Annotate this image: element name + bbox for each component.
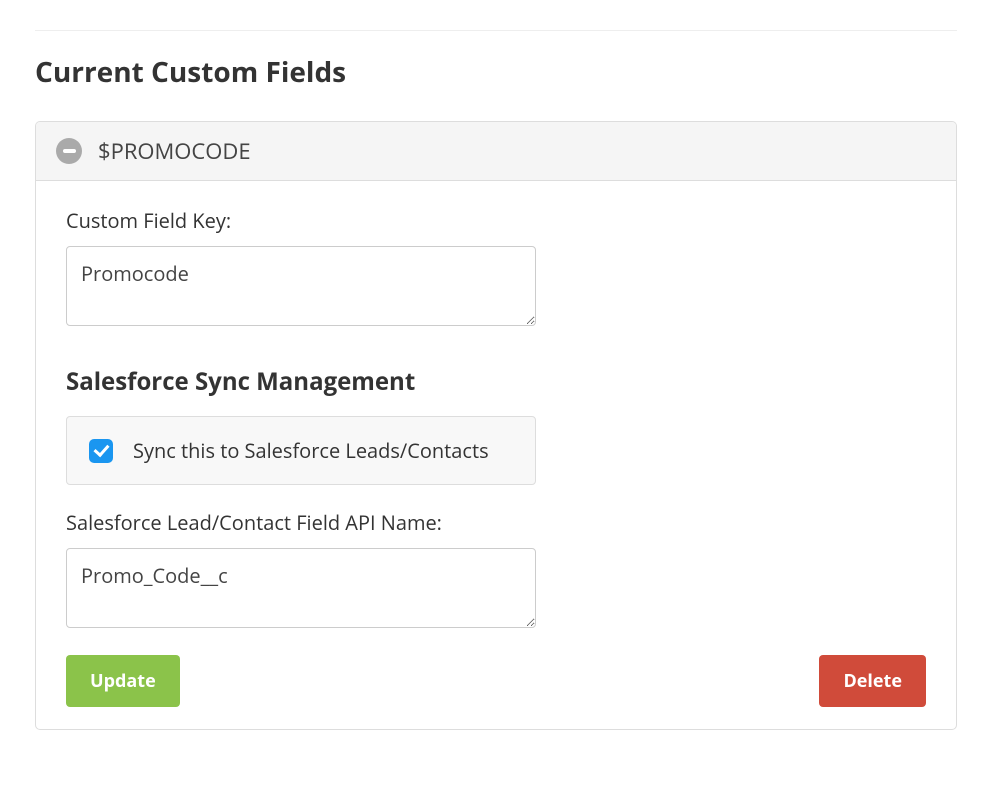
- sync-checkbox-label: Sync this to Salesforce Leads/Contacts: [133, 437, 489, 464]
- top-divider: [35, 30, 957, 31]
- button-row: Update Delete: [66, 655, 926, 707]
- sync-checkbox[interactable]: [89, 439, 113, 463]
- delete-button[interactable]: Delete: [819, 655, 926, 707]
- card-body: Custom Field Key: Promocode Salesforce S…: [36, 181, 956, 729]
- sync-box: Sync this to Salesforce Leads/Contacts: [66, 416, 536, 485]
- collapse-icon[interactable]: [56, 138, 82, 164]
- sync-section-title: Salesforce Sync Management: [66, 365, 926, 398]
- page-title: Current Custom Fields: [35, 53, 957, 91]
- api-name-input[interactable]: Promo_Code__c: [66, 548, 536, 628]
- update-button[interactable]: Update: [66, 655, 180, 707]
- api-name-label: Salesforce Lead/Contact Field API Name:: [66, 509, 926, 536]
- custom-field-card: $PROMOCODE Custom Field Key: Promocode S…: [35, 121, 957, 730]
- custom-field-key-input[interactable]: Promocode: [66, 246, 536, 326]
- card-header[interactable]: $PROMOCODE: [36, 122, 956, 181]
- custom-field-key-label: Custom Field Key:: [66, 207, 926, 234]
- card-header-title: $PROMOCODE: [98, 136, 251, 166]
